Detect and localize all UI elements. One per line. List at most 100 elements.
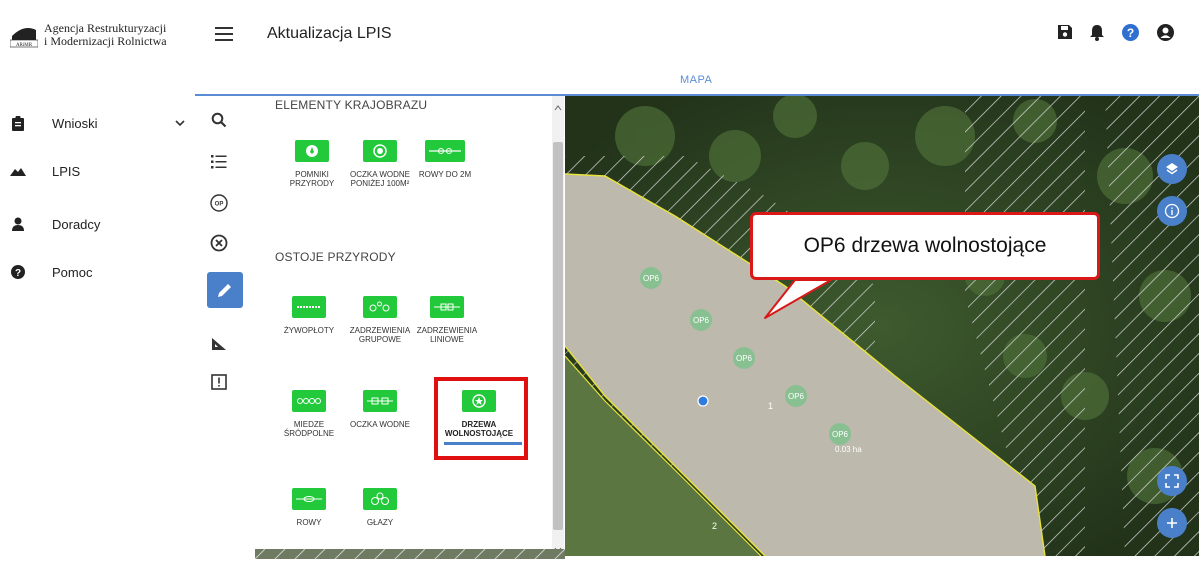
sidebar-item-pomoc[interactable]: ? Pomoc xyxy=(0,260,195,284)
marker-label: OP6 xyxy=(788,392,805,401)
tile-miedze-srodpolne[interactable]: MIEDZE ŚRÓDPOLNE xyxy=(274,390,344,438)
tile-label: OCZKA WODNE PONIŻEJ 100M² xyxy=(349,170,410,188)
person-icon xyxy=(10,217,26,231)
marker-label: OP6 xyxy=(832,430,849,439)
tile-label: OCZKA WODNE xyxy=(349,420,410,429)
search-icon[interactable] xyxy=(207,108,231,132)
tree-group-icon xyxy=(363,296,397,318)
scroll-up-icon[interactable] xyxy=(554,98,562,116)
tool-strip: OP xyxy=(195,96,255,556)
app-header: Aktualizacja LPIS ? xyxy=(195,0,1199,70)
ditch-icon xyxy=(425,140,465,162)
tile-glazy[interactable]: GŁAZY xyxy=(345,488,415,527)
marker-label: OP6 xyxy=(643,274,660,283)
tile-label: ZADRZEWIENIA GRUPOWE xyxy=(349,326,411,344)
aerial-map-image: OP6 OP6 OP6 OP6 OP6 0.03 ha 1 2 xyxy=(565,96,1199,556)
tile-label: ŻYWOPŁOTY xyxy=(283,326,335,335)
zoom-in-button[interactable] xyxy=(1157,508,1187,538)
op6-marker[interactable]: OP6 xyxy=(640,267,662,289)
fullscreen-icon xyxy=(1165,474,1179,488)
edit-tool-button[interactable] xyxy=(207,272,243,308)
save-icon[interactable] xyxy=(1057,24,1075,42)
sidebar-item-lpis[interactable]: LPIS xyxy=(0,159,195,183)
tile-oczka-wodne-100m2[interactable]: OCZKA WODNE PONIŻEJ 100M² xyxy=(345,140,415,188)
parcel-label: 2 xyxy=(712,521,717,531)
hedge-icon xyxy=(292,296,326,318)
map-view[interactable]: OP6 OP6 OP6 OP6 OP6 0.03 ha 1 2 xyxy=(565,96,1199,556)
marker-label: OP6 xyxy=(736,354,753,363)
account-icon[interactable] xyxy=(1157,24,1175,42)
pond-line-icon xyxy=(363,390,397,412)
left-navigation: ARiMR Agencja Restrukturyzacji i Moderni… xyxy=(0,0,195,556)
section-title-ostoje-przyrody: OSTOJE PRZYRODY xyxy=(275,250,396,264)
fullscreen-button[interactable] xyxy=(1157,466,1187,496)
ditch-line-icon xyxy=(292,488,326,510)
tree-line-icon xyxy=(430,296,464,318)
bell-icon[interactable] xyxy=(1089,24,1107,42)
parcel-label: 1 xyxy=(768,401,773,411)
section-title-elementy-krajobrazu: ELEMENTY KRAJOBRAZU xyxy=(275,98,428,112)
sidebar-item-doradcy[interactable]: Doradcy xyxy=(0,212,195,236)
op6-marker[interactable]: OP6 xyxy=(690,309,712,331)
sidebar-item-wnioski[interactable]: Wnioski xyxy=(0,111,195,135)
tab-bar: MAPA xyxy=(195,70,1199,96)
close-circle-icon[interactable] xyxy=(207,231,231,255)
zoom-in-icon xyxy=(1167,518,1177,528)
tile-zywoploty[interactable]: ŻYWOPŁOTY xyxy=(274,296,344,335)
info-icon xyxy=(1164,203,1180,219)
org-name-line2: i Modernizacji Rolnictwa xyxy=(44,34,167,48)
selection-highlight-box xyxy=(434,377,528,460)
tile-label: ROWY DO 2M xyxy=(418,170,472,179)
boulder-icon xyxy=(363,488,397,510)
tile-label: POMNIKI PRZYRODY xyxy=(289,170,335,188)
tab-mapa[interactable]: MAPA xyxy=(680,74,712,86)
sidebar-item-label: Doradcy xyxy=(52,216,101,232)
help-circle-icon[interactable]: ? xyxy=(1122,24,1140,42)
nature-monument-icon xyxy=(295,140,329,162)
list-icon[interactable] xyxy=(207,150,231,174)
op6-marker[interactable]: OP6 xyxy=(733,347,755,369)
balk-icon xyxy=(292,390,326,412)
arimr-logo-icon: ARiMR xyxy=(9,22,39,48)
marker-label: OP6 xyxy=(693,316,710,325)
tile-label: ROWY xyxy=(296,518,322,527)
op-icon-text: OP xyxy=(215,202,224,208)
op-icon[interactable]: OP xyxy=(207,191,231,215)
warning-box-icon[interactable] xyxy=(207,370,231,394)
op6-marker[interactable]: OP6 xyxy=(785,385,807,407)
tile-label: MIEDZE ŚRÓDPOLNE xyxy=(283,420,335,438)
layers-icon xyxy=(1166,163,1178,175)
pond-icon xyxy=(363,140,397,162)
chevron-down-icon[interactable] xyxy=(175,116,185,130)
mountain-icon xyxy=(10,166,26,176)
org-logo: ARiMR Agencja Restrukturyzacji i Moderni… xyxy=(9,22,190,54)
landscape-elements-panel: ELEMENTY KRAJOBRAZU POMNIKI PRZYRODY OCZ… xyxy=(255,96,566,556)
layers-button[interactable] xyxy=(1157,154,1187,184)
measure-icon[interactable] xyxy=(207,332,231,356)
tile-rowy[interactable]: ROWY xyxy=(274,488,344,527)
page-title: Aktualizacja LPIS xyxy=(267,25,392,42)
help-icon: ? xyxy=(10,265,26,279)
tile-zadrzewienia-liniowe[interactable]: ZADRZEWIENIA LINIOWE xyxy=(412,296,482,344)
pencil-icon xyxy=(216,281,234,304)
tile-label: GŁAZY xyxy=(366,518,394,527)
tile-rowy-do-2m[interactable]: ROWY DO 2M xyxy=(410,140,480,179)
info-button[interactable] xyxy=(1157,196,1187,226)
callout-annotation: OP6 drzewa wolnostojące xyxy=(750,212,1100,280)
sidebar-item-label: Wnioski xyxy=(52,115,98,131)
hamburger-menu-icon[interactable] xyxy=(215,27,233,41)
sidebar-item-label: LPIS xyxy=(52,163,81,179)
svg-text:?: ? xyxy=(15,268,21,279)
tile-zadrzewienia-grupowe[interactable]: ZADRZEWIENIA GRUPOWE xyxy=(345,296,415,344)
sidebar-item-label: Pomoc xyxy=(52,264,93,280)
tile-pomniki-przyrody[interactable]: POMNIKI PRZYRODY xyxy=(277,140,347,188)
scroll-thumb[interactable] xyxy=(553,142,563,530)
location-dot xyxy=(697,395,709,407)
tile-oczka-wodne[interactable]: OCZKA WODNE xyxy=(345,390,415,429)
tile-label: ZADRZEWIENIA LINIOWE xyxy=(416,326,478,344)
svg-text:?: ? xyxy=(1127,26,1134,40)
map-strip-below-panel xyxy=(254,546,566,560)
op6-marker[interactable]: OP6 xyxy=(829,423,851,445)
clipboard-icon xyxy=(10,115,26,131)
area-label: 0.03 ha xyxy=(835,445,862,454)
